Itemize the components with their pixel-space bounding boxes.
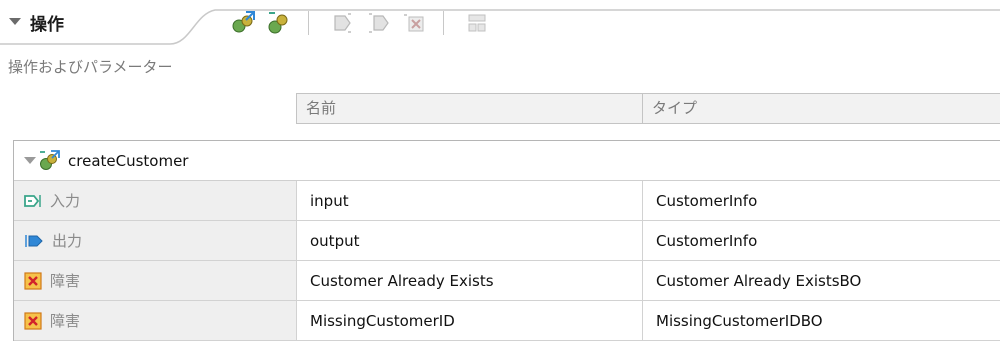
section-subtitle: 操作およびパラメーター	[8, 58, 173, 76]
add-input-button[interactable]	[327, 9, 357, 37]
parameter-kind-label: 障害	[50, 272, 81, 290]
parameter-type-cell[interactable]: CustomerInfo	[643, 181, 1000, 220]
header-underline	[0, 9, 1000, 45]
parameter-kind-cell: 出力	[14, 221, 297, 260]
parameter-name-cell[interactable]: MissingCustomerID	[297, 301, 643, 340]
parameter-kind-cell: 障害	[14, 301, 297, 340]
toolbar	[228, 8, 498, 38]
parameter-kind-cell: 障害	[14, 261, 297, 300]
add-output-button[interactable]	[363, 9, 393, 37]
parameter-name-cell[interactable]: Customer Already Exists	[297, 261, 643, 300]
operation-name[interactable]: createCustomer	[68, 152, 188, 170]
show-bindings-icon	[468, 14, 486, 32]
column-header: 名前 タイプ	[296, 93, 1000, 124]
show-bindings-button[interactable]	[462, 9, 492, 37]
column-header-type[interactable]: タイプ	[643, 94, 1000, 123]
parameter-name-cell[interactable]: output	[297, 221, 643, 260]
parameter-row[interactable]: 出力 output CustomerInfo	[14, 221, 1000, 261]
add-request-response-button[interactable]	[264, 9, 294, 37]
section-header: 操作	[0, 0, 1000, 48]
parameter-row[interactable]: 障害 MissingCustomerID MissingCustomerIDBO	[14, 301, 1000, 341]
input-icon	[24, 194, 41, 207]
parameter-name-cell[interactable]: input	[297, 181, 643, 220]
operation-icon	[40, 149, 60, 170]
section-collapse-icon[interactable]	[9, 18, 21, 25]
operation-row[interactable]: createCustomer	[14, 141, 1000, 181]
parameter-row[interactable]: 入力 input CustomerInfo	[14, 181, 1000, 221]
add-input-icon	[334, 13, 351, 33]
add-output-icon	[369, 13, 389, 33]
column-header-name[interactable]: 名前	[297, 94, 643, 123]
expand-operation-icon[interactable]	[24, 157, 36, 164]
parameter-kind-cell: 入力	[14, 181, 297, 220]
add-request-response-icon	[268, 12, 288, 34]
add-operation-icon	[232, 11, 255, 33]
fault-icon	[24, 311, 42, 330]
fault-icon	[24, 271, 42, 290]
parameter-kind-label: 入力	[50, 192, 81, 210]
output-icon	[25, 234, 43, 247]
add-fault-icon	[404, 14, 424, 32]
add-operation-button[interactable]	[228, 9, 258, 37]
parameter-kind-label: 出力	[52, 232, 83, 250]
parameter-type-cell[interactable]: CustomerInfo	[643, 221, 1000, 260]
toolbar-separator	[443, 11, 444, 35]
section-title: 操作	[30, 15, 64, 35]
toolbar-separator	[308, 11, 309, 35]
operations-table: createCustomer 入力 input CustomerInfo 出力 …	[13, 140, 1000, 341]
add-fault-button[interactable]	[399, 9, 429, 37]
parameter-type-cell[interactable]: MissingCustomerIDBO	[643, 301, 1000, 340]
parameter-kind-label: 障害	[50, 312, 81, 330]
parameter-row[interactable]: 障害 Customer Already Exists Customer Alre…	[14, 261, 1000, 301]
parameter-type-cell[interactable]: Customer Already ExistsBO	[643, 261, 1000, 300]
